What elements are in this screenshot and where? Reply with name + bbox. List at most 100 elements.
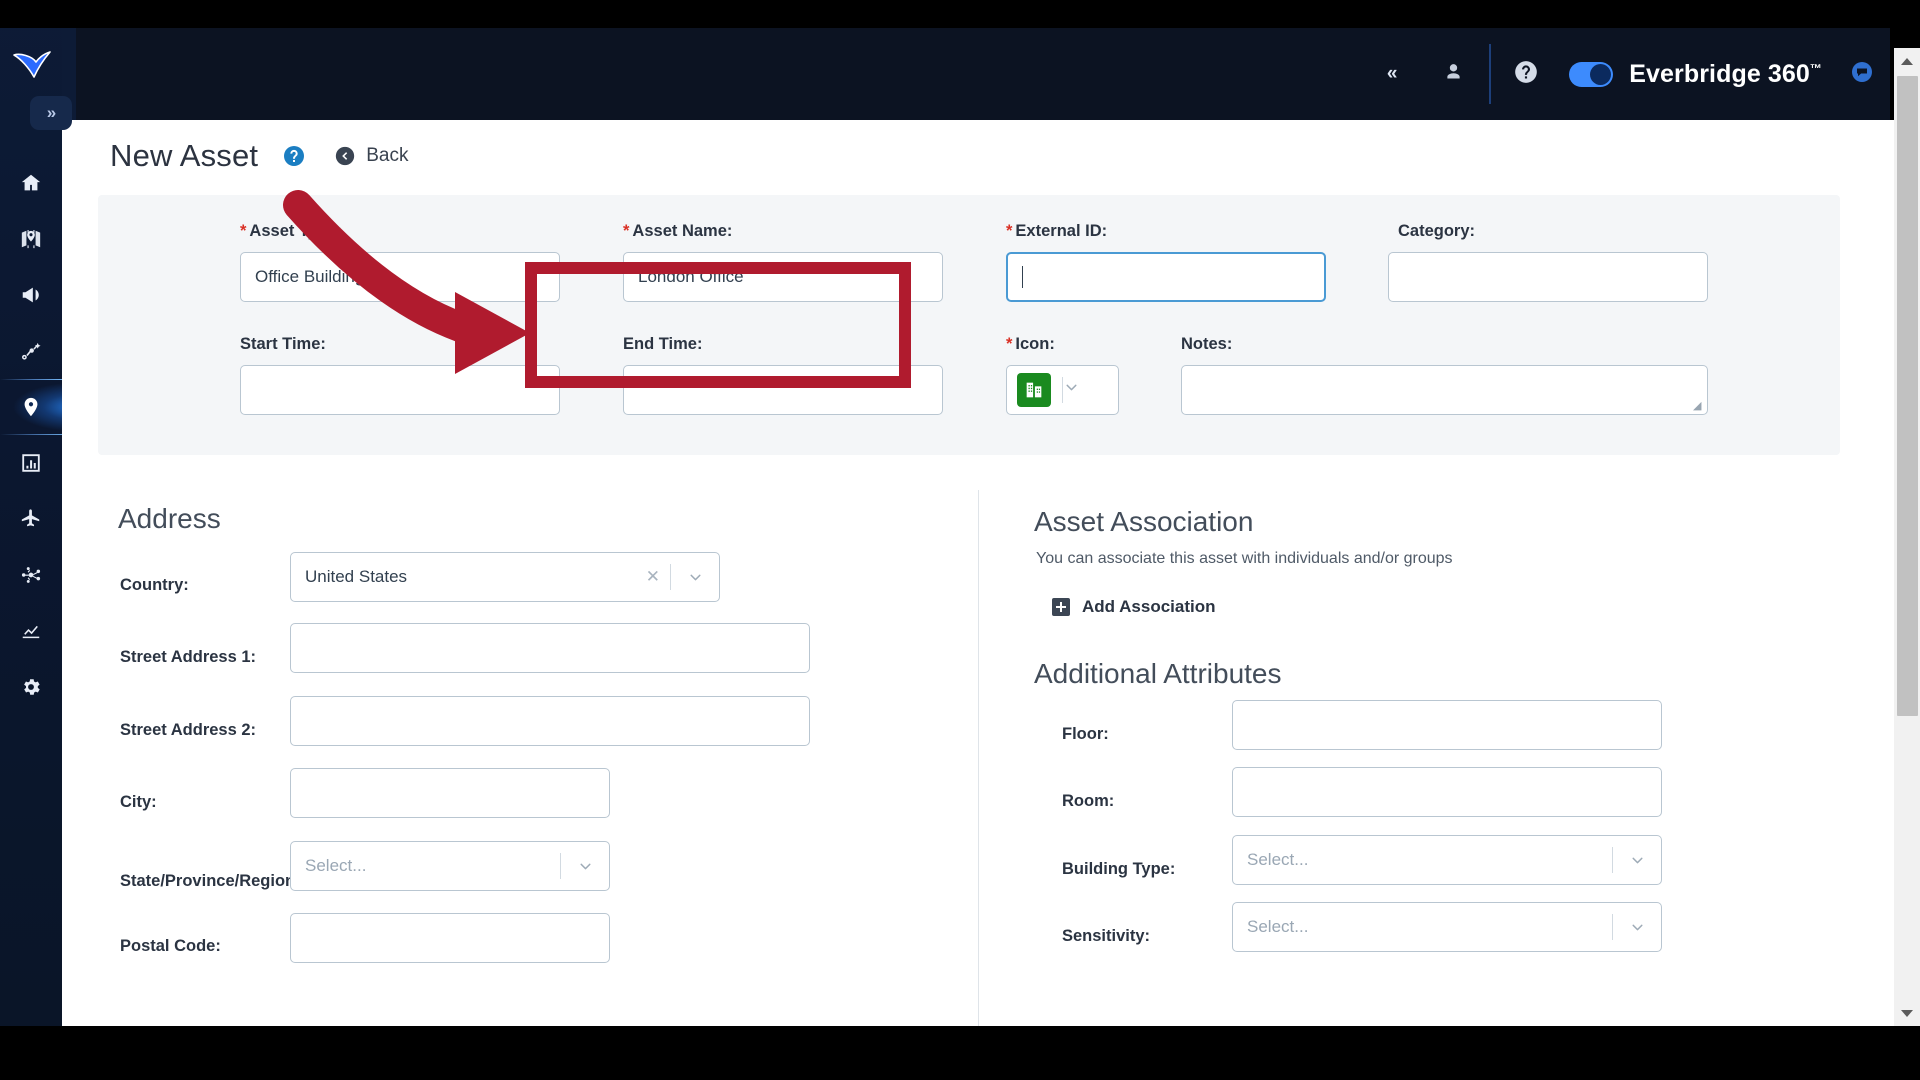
street1-label: Street Address 1:	[120, 648, 257, 666]
asset-name-input[interactable]: London Office	[623, 252, 943, 302]
city-input[interactable]	[290, 768, 610, 818]
everbridge-360-toggle[interactable]	[1569, 61, 1614, 87]
user-account-button[interactable]	[1433, 54, 1473, 94]
start-time-input[interactable]	[240, 365, 560, 415]
street2-input[interactable]	[290, 696, 810, 746]
sidebar: »	[0, 0, 72, 1026]
vertical-scrollbar[interactable]	[1894, 48, 1920, 1026]
street2-label: Street Address 2:	[120, 721, 257, 739]
back-button[interactable]: Back	[334, 145, 409, 167]
postal-input[interactable]	[290, 913, 610, 963]
sensitivity-placeholder: Select...	[1247, 917, 1309, 936]
brand-tm: ™	[1809, 61, 1822, 76]
label-text: Asset Type:	[249, 222, 342, 240]
city-label: City:	[120, 793, 157, 811]
asset-name-value: London Office	[638, 267, 744, 286]
building-type-select[interactable]: Select...	[1232, 835, 1662, 885]
sidebar-item-map[interactable]	[0, 211, 62, 267]
sidebar-items	[0, 155, 62, 715]
chevron-down-icon[interactable]	[671, 569, 719, 586]
chevron-double-left-icon: «	[1386, 63, 1397, 84]
help-circle-icon	[1513, 59, 1539, 90]
label-text: Notes:	[1181, 335, 1233, 353]
label-text: Icon:	[1015, 335, 1055, 353]
notes-label: Notes:	[1181, 335, 1232, 354]
category-label: Category:	[1398, 222, 1475, 241]
home-icon	[20, 172, 42, 194]
gear-icon	[20, 676, 42, 698]
room-input[interactable]	[1232, 767, 1662, 817]
sidebar-item-reports[interactable]	[0, 435, 62, 491]
chat-icon	[1850, 60, 1874, 89]
label-text: End Time:	[623, 335, 703, 353]
building-type-label: Building Type:	[1062, 860, 1176, 878]
sidebar-item-network[interactable]	[0, 547, 62, 603]
collapse-panel-button[interactable]: «	[1371, 54, 1411, 94]
label-text: External ID:	[1015, 222, 1108, 240]
building-type-placeholder: Select...	[1247, 850, 1309, 869]
page-help-button[interactable]	[282, 144, 306, 168]
asset-basics-card: * Asset Type: * Asset Name: * External ID: …	[98, 195, 1840, 455]
sidebar-item-home[interactable]	[0, 155, 62, 211]
attributes-section-title: Additional Attributes	[1034, 658, 1282, 689]
notes-textarea[interactable]: ◢	[1181, 365, 1708, 415]
letterbox-bottom	[0, 1026, 1920, 1080]
required-asterisk: *	[1006, 222, 1013, 240]
airplane-icon	[20, 508, 42, 530]
required-asterisk: *	[623, 222, 630, 240]
icon-picker[interactable]	[1006, 365, 1119, 415]
start-time-label: Start Time:	[240, 335, 326, 354]
sidebar-expand-button[interactable]: »	[30, 96, 72, 130]
floor-input[interactable]	[1232, 700, 1662, 750]
asset-name-label: * Asset Name:	[623, 222, 732, 241]
external-id-input[interactable]	[1006, 252, 1326, 302]
country-select[interactable]: United States ✕	[290, 552, 720, 602]
external-id-label: * External ID:	[1006, 222, 1107, 241]
workflow-icon	[20, 340, 42, 362]
toggle-knob	[1590, 63, 1612, 85]
floor-label: Floor:	[1062, 725, 1109, 743]
sidebar-item-assets[interactable]	[0, 379, 62, 435]
sidebar-item-settings[interactable]	[0, 659, 62, 715]
user-icon	[1443, 61, 1464, 87]
label-text: Start Time:	[240, 335, 326, 353]
help-button[interactable]	[1505, 53, 1547, 95]
chat-button[interactable]	[1842, 54, 1882, 94]
chevron-down-icon[interactable]	[1613, 919, 1661, 936]
chevron-down-icon[interactable]	[1063, 379, 1107, 401]
end-time-input[interactable]	[623, 365, 943, 415]
sidebar-item-travel[interactable]	[0, 491, 62, 547]
page-canvas: New Asset Back * Asset Type: * Asset Name:	[62, 120, 1895, 1026]
required-asterisk: *	[240, 222, 247, 240]
clear-country-icon[interactable]: ✕	[636, 567, 670, 587]
sidebar-item-notifications[interactable]	[0, 267, 62, 323]
network-nodes-icon	[20, 564, 42, 586]
state-select[interactable]: Select...	[290, 841, 610, 891]
page-header: New Asset Back	[110, 138, 409, 174]
megaphone-icon	[20, 284, 42, 306]
association-section-title: Asset Association	[1034, 506, 1254, 537]
sidebar-item-workflows[interactable]	[0, 323, 62, 379]
sensitivity-select[interactable]: Select...	[1232, 902, 1662, 952]
page-title: New Asset	[110, 138, 259, 173]
scroll-down-arrow-icon[interactable]	[1894, 1000, 1920, 1026]
add-association-label: Add Association	[1082, 597, 1216, 616]
scroll-up-arrow-icon[interactable]	[1894, 48, 1920, 74]
category-input[interactable]	[1388, 252, 1708, 302]
add-association-button[interactable]: Add Association	[1052, 597, 1216, 617]
room-label: Room:	[1062, 792, 1115, 810]
help-circle-icon	[282, 144, 306, 168]
chevron-down-icon[interactable]	[1613, 852, 1661, 869]
everbridge-logo-icon[interactable]	[10, 48, 54, 82]
resize-handle-icon[interactable]: ◢	[1693, 401, 1705, 413]
scrollbar-thumb[interactable]	[1897, 76, 1918, 716]
back-label: Back	[366, 145, 409, 166]
brand-text: Everbridge 360	[1629, 59, 1810, 88]
asset-type-input[interactable]: Office Buildings	[240, 252, 560, 302]
chevron-down-icon[interactable]	[561, 858, 609, 875]
end-time-label: End Time:	[623, 335, 702, 354]
street1-input[interactable]	[290, 623, 810, 673]
app-root: » « Everbridge 360™ New Asset Back * Ass…	[0, 0, 1920, 1080]
plus-square-icon	[1052, 598, 1070, 616]
sidebar-item-analytics[interactable]	[0, 603, 62, 659]
